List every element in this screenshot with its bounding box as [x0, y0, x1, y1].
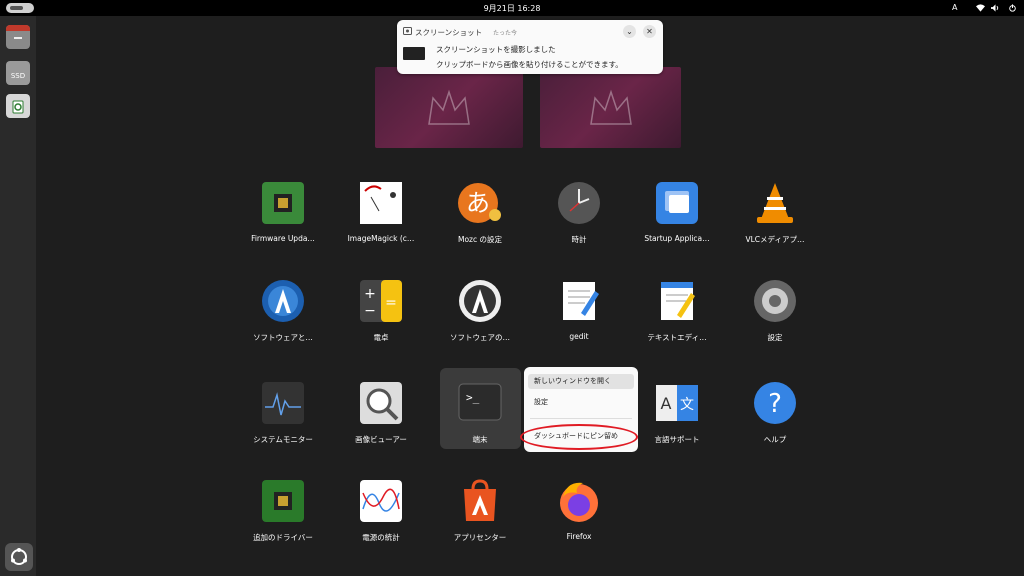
- app-label: 設定: [767, 333, 783, 342]
- volume-icon[interactable]: [991, 4, 1000, 12]
- app-label: ソフトウェアと…: [253, 333, 313, 342]
- clock[interactable]: 9月21日 16:28: [0, 3, 1024, 14]
- svg-text:>_: >_: [466, 391, 480, 404]
- app-label: システムモニター: [253, 435, 313, 444]
- svg-text:?: ?: [768, 389, 782, 419]
- menu-item-new-window[interactable]: 新しいウィンドウを開く: [528, 374, 634, 389]
- software-updates-icon: [262, 280, 304, 322]
- app-label: 電源の統計: [362, 533, 400, 542]
- system-monitor-icon: [262, 382, 304, 424]
- app-label: 電卓: [373, 333, 389, 342]
- close-notification-button[interactable]: ✕: [643, 25, 656, 38]
- app-label: Startup Applica…: [644, 234, 710, 243]
- app-label: ソフトウェアの…: [450, 333, 510, 342]
- app-label: Mozc の設定: [457, 235, 502, 244]
- gedit-icon: [563, 282, 599, 320]
- text-editor-icon: [661, 282, 695, 320]
- show-applications-icon: [11, 548, 27, 565]
- files-icon[interactable]: [6, 25, 30, 49]
- app-label: ヘルプ: [763, 435, 787, 444]
- settings-icon: [754, 280, 796, 322]
- notification-body: クリップボードから画像を貼り付けることができます。: [436, 60, 623, 69]
- ssd-drive-icon[interactable]: SSD: [6, 61, 30, 85]
- notification-time: たった今: [493, 30, 518, 37]
- svg-text:A: A: [661, 394, 672, 413]
- clock-icon: [558, 182, 600, 224]
- top-bar: 9月21日 16:28 A: [0, 0, 1024, 16]
- image-viewer-icon: [360, 382, 402, 424]
- help-icon: ?: [754, 382, 796, 424]
- firmware-chip-icon: [262, 182, 304, 224]
- power-statistics-icon: [360, 480, 402, 522]
- wallpaper-crown-icon: [589, 89, 632, 125]
- startup-apps-icon: [656, 182, 698, 224]
- software-updater-icon: [459, 280, 501, 322]
- menu-separator: [530, 418, 632, 419]
- svg-text:あ: あ: [466, 189, 490, 217]
- show-applications-button[interactable]: [5, 543, 33, 571]
- wallpaper-crown-icon: [428, 89, 470, 125]
- additional-drivers-icon: [262, 480, 304, 522]
- svg-text:文: 文: [680, 397, 694, 413]
- svg-text:−: −: [364, 303, 376, 319]
- screenshot-notification[interactable]: スクリーンショット たった今 ⌄ ✕ スクリーンショットを撮影しました クリップ…: [397, 20, 663, 74]
- app-label: 言語サポート: [654, 435, 700, 444]
- app-label: VLCメディアプ…: [745, 235, 805, 244]
- screenshot-thumbnail: [403, 47, 425, 60]
- notification-app-name: スクリーンショット: [415, 28, 483, 37]
- firefox-icon: [560, 482, 598, 522]
- app-label: ImageMagick (c…: [347, 234, 415, 243]
- dock: SSD: [0, 16, 36, 576]
- app-label: 画像ビューアー: [355, 435, 407, 444]
- power-icon[interactable]: [1008, 4, 1017, 12]
- workspace-thumbnail-2[interactable]: [540, 67, 681, 148]
- menu-item-settings[interactable]: 設定: [528, 395, 634, 410]
- notification-title: スクリーンショットを撮影しました: [436, 45, 556, 54]
- app-label: 時計: [571, 235, 587, 244]
- trash-icon[interactable]: [6, 94, 30, 118]
- vlc-icon: [757, 183, 793, 223]
- imagemagick-icon: [360, 182, 402, 224]
- calculator-icon: +− =: [360, 280, 402, 322]
- language-support-icon: A文: [656, 385, 698, 421]
- app-label: アプリセンター: [453, 533, 507, 542]
- svg-text:+: +: [364, 286, 376, 302]
- app-label: Firefox: [566, 532, 592, 541]
- network-icon[interactable]: [976, 4, 985, 12]
- expand-notification-button[interactable]: ⌄: [623, 25, 636, 38]
- annotation-highlight-ring: [520, 424, 638, 450]
- app-center-icon: [464, 479, 496, 521]
- terminal-icon: >_: [458, 383, 502, 421]
- ssd-label: SSD: [10, 72, 26, 80]
- workspace-thumbnail-1[interactable]: [375, 67, 523, 148]
- app-label: 追加のドライバー: [253, 533, 313, 542]
- app-label: テキストエディ…: [647, 333, 707, 342]
- app-label: gedit: [569, 332, 589, 341]
- screenshot-icon: [403, 27, 412, 35]
- app-label: 端末: [472, 435, 488, 444]
- app-label: Firmware Upda…: [251, 234, 315, 243]
- mozc-icon: あ: [458, 183, 501, 223]
- input-method-indicator[interactable]: A: [952, 3, 957, 12]
- svg-text:=: =: [385, 295, 397, 311]
